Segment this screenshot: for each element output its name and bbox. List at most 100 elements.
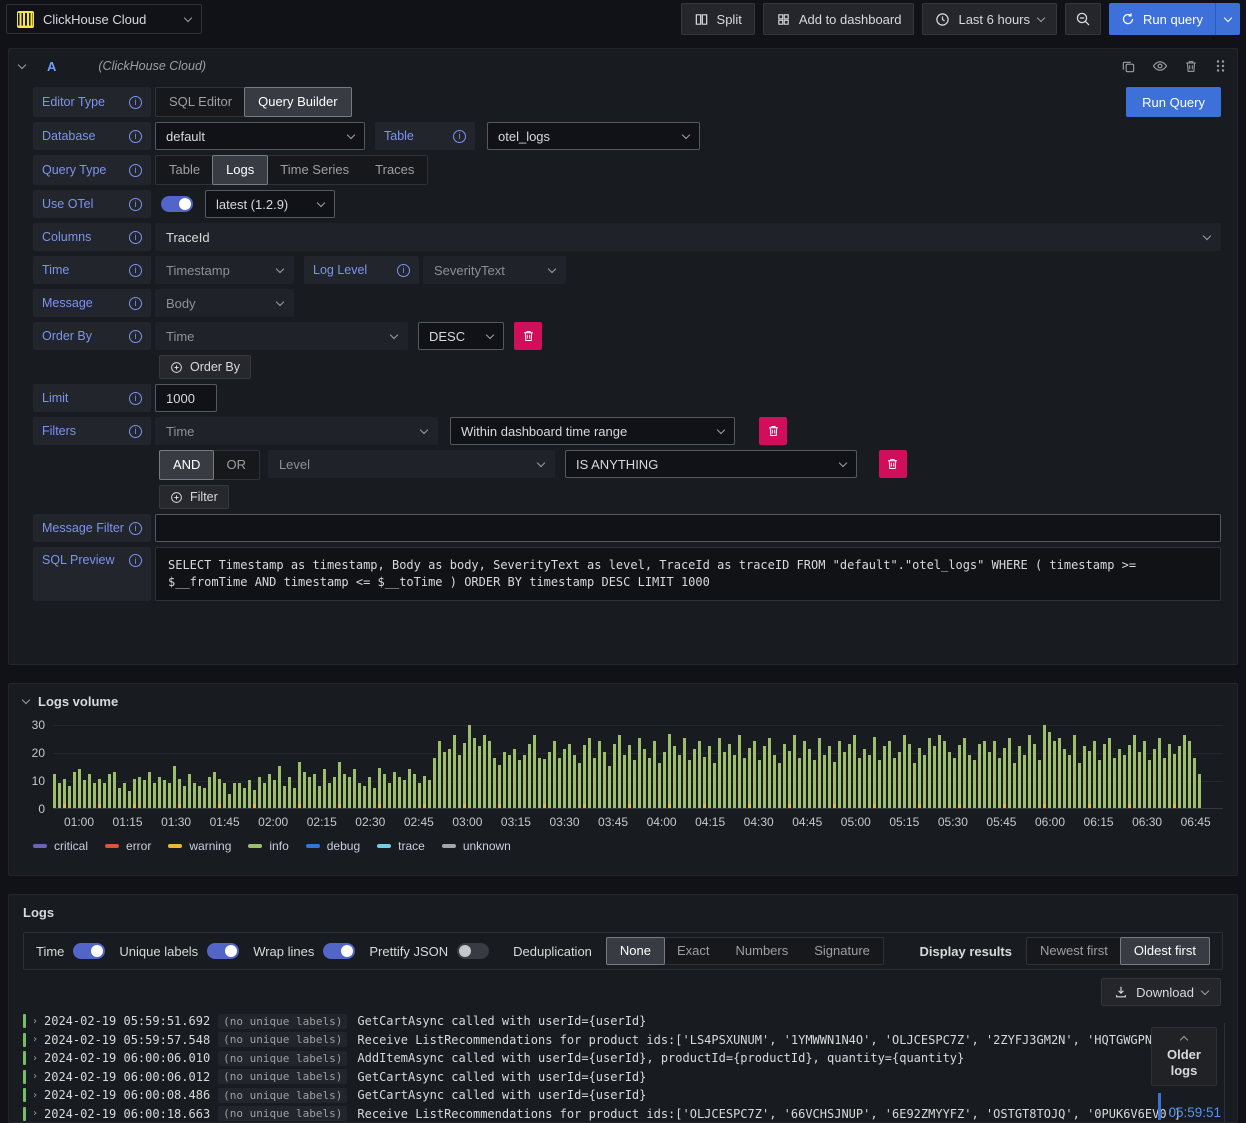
chart-bar — [738, 735, 741, 808]
hide-query-eye-icon[interactable] — [1152, 58, 1168, 74]
add-filter-button[interactable]: Filter — [159, 485, 229, 509]
log-timestamp: 2024-02-19 05:59:57.548 — [44, 1032, 211, 1047]
older-logs-button[interactable]: Older logs — [1151, 1027, 1217, 1086]
delete-query-trash-icon[interactable] — [1184, 59, 1198, 74]
oldest-first-option[interactable]: Oldest first — [1119, 937, 1210, 965]
expand-chevron-icon[interactable]: › — [32, 1053, 44, 1064]
x-axis-tick: 05:00 — [840, 815, 871, 829]
none-option[interactable]: None — [605, 937, 665, 965]
otel-version-select[interactable]: latest (1.2.9) — [205, 190, 335, 218]
chart-bar — [998, 757, 1001, 808]
log-row[interactable]: › 2024-02-19 06:00:18.663 (no unique label… — [23, 1105, 1237, 1123]
table-select[interactable]: otel_logs — [487, 122, 700, 150]
chart-bar — [1178, 746, 1181, 808]
legend-label: unknown — [462, 839, 511, 853]
zoom-out-button[interactable] — [1065, 3, 1102, 35]
log-row[interactable]: › 2024-02-19 06:00:06.012 (no unique label… — [23, 1068, 1237, 1087]
run-query-panel-button[interactable]: Run Query — [1126, 87, 1221, 117]
use-otel-toggle[interactable] — [161, 196, 193, 212]
expand-chevron-icon[interactable]: › — [32, 1071, 44, 1082]
expand-chevron-icon[interactable]: › — [32, 1034, 44, 1045]
sql-editor-option[interactable]: SQL Editor — [156, 88, 245, 116]
database-select[interactable]: default — [155, 122, 365, 150]
logs-scrollbar[interactable] — [1224, 1023, 1225, 1122]
or-option[interactable]: OR — [213, 451, 259, 479]
chart-bar — [343, 774, 346, 808]
chart-bar — [1123, 754, 1126, 808]
time-column-select[interactable]: Timestamp — [155, 256, 294, 284]
expand-chevron-icon[interactable]: › — [32, 1016, 44, 1027]
trash-icon — [768, 426, 778, 436]
filter2-operator-select[interactable]: IS ANYTHING — [564, 450, 857, 478]
drag-handle-icon[interactable] — [1214, 59, 1227, 73]
download-button[interactable]: Download — [1101, 978, 1221, 1006]
filter-operator-select[interactable]: Within dashboard time range — [450, 417, 735, 445]
columns-multiselect[interactable]: TraceId — [155, 223, 1221, 251]
log-row[interactable]: › 2024-02-19 06:00:06.010 (no unique label… — [23, 1049, 1237, 1068]
legend-item-trace[interactable]: trace — [377, 839, 425, 853]
signature-option[interactable]: Signature — [801, 938, 883, 964]
add-to-dashboard-button[interactable]: Add to dashboard — [762, 3, 915, 35]
collapse-chevron-icon[interactable] — [21, 695, 31, 705]
datasource-picker[interactable]: ClickHouse Cloud — [6, 4, 202, 34]
time-range-button[interactable]: Last 6 hours — [922, 3, 1058, 35]
scroll-time-text: 05:59:51 — [1168, 1105, 1221, 1120]
and-option[interactable]: AND — [159, 450, 215, 480]
query-builder-option[interactable]: Query Builder — [244, 87, 352, 117]
remove-filter-button[interactable] — [759, 417, 787, 445]
logs-volume-header[interactable]: Logs volume — [9, 684, 1237, 709]
chart-bar — [128, 791, 131, 808]
time-toggle[interactable] — [73, 943, 106, 959]
legend-item-unknown[interactable]: unknown — [441, 839, 511, 853]
prettify-json-toggle[interactable] — [457, 943, 490, 959]
legend-item-debug[interactable]: debug — [305, 839, 360, 853]
add-order-by-button[interactable]: Order By — [159, 355, 252, 379]
time-series-option[interactable]: Time Series — [267, 156, 362, 184]
logs-option[interactable]: Logs — [212, 155, 269, 185]
remove-filter2-button[interactable] — [878, 450, 907, 478]
log-row[interactable]: › 2024-02-19 05:59:57.548 (no unique label… — [23, 1031, 1237, 1050]
query-type-label: Query Type i — [33, 155, 151, 185]
duplicate-query-icon[interactable] — [1121, 59, 1136, 74]
chart-bar — [263, 782, 266, 808]
newest-first-option[interactable]: Newest first — [1027, 938, 1121, 964]
exact-option[interactable]: Exact — [664, 938, 723, 964]
remove-order-by-button[interactable] — [514, 322, 542, 350]
filter-field-select[interactable]: Time — [155, 417, 438, 445]
display-results-radio-group: Newest first Oldest first — [1025, 937, 1210, 965]
order-by-direction-select[interactable]: DESC — [418, 322, 504, 350]
legend-item-info[interactable]: info — [248, 839, 289, 853]
legend-item-error[interactable]: error — [105, 839, 151, 853]
chart-bar — [893, 757, 896, 808]
limit-input[interactable] — [155, 384, 217, 412]
log-level-label: Log Level i — [304, 256, 419, 284]
run-query-dropdown-button[interactable] — [1216, 3, 1240, 35]
split-button[interactable]: Split — [680, 3, 755, 35]
wrap-lines-toggle[interactable] — [323, 943, 356, 959]
log-level-marker — [23, 1106, 26, 1121]
chart-bar — [308, 777, 311, 808]
chart-bar — [613, 743, 616, 808]
expand-chevron-icon[interactable]: › — [32, 1108, 44, 1119]
filter2-field-select[interactable]: Level — [267, 450, 555, 478]
unique-labels-toggle[interactable] — [207, 943, 240, 959]
expand-chevron-icon[interactable]: › — [32, 1090, 44, 1101]
table-option[interactable]: Table — [156, 156, 213, 184]
order-by-field-select[interactable]: Time — [155, 322, 408, 350]
dashboard-grid-icon — [778, 13, 789, 25]
legend-item-warning[interactable]: warning — [168, 839, 231, 853]
collapse-chevron-icon[interactable] — [17, 60, 27, 69]
message-filter-input[interactable] — [155, 514, 1221, 542]
message-column-select[interactable]: Body — [155, 289, 294, 317]
logs-volume-chart[interactable]: 0 10 20 30 — [32, 718, 1223, 816]
info-icon: i — [129, 129, 142, 143]
query-row-header[interactable]: A (ClickHouse Cloud) — [9, 49, 1237, 83]
legend-item-critical[interactable]: critical — [33, 839, 88, 853]
run-query-button[interactable]: Run query — [1109, 3, 1216, 35]
numbers-option[interactable]: Numbers — [723, 938, 802, 964]
chart-bar — [808, 749, 811, 808]
log-level-select[interactable]: SeverityText — [423, 256, 566, 284]
traces-option[interactable]: Traces — [362, 156, 427, 184]
log-row[interactable]: › 2024-02-19 05:59:51.692 (no unique label… — [23, 1012, 1237, 1031]
log-row[interactable]: › 2024-02-19 06:00:08.486 (no unique label… — [23, 1086, 1237, 1105]
